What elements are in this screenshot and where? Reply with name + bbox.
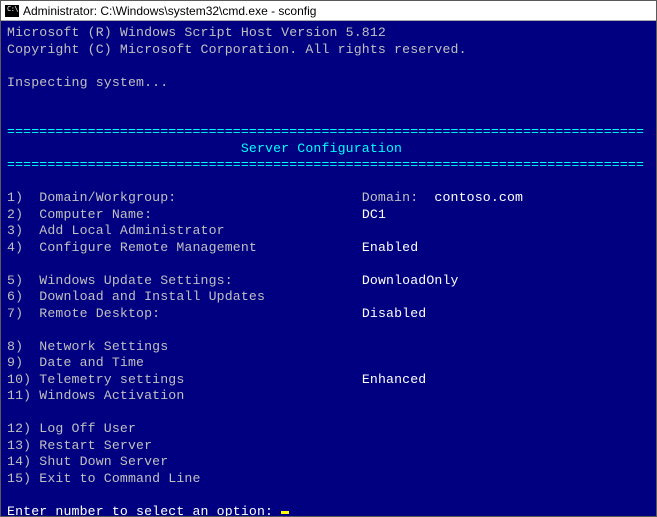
cursor: [281, 511, 289, 514]
menu-value: DC1: [362, 207, 386, 222]
menu-block: 1) Domain/Workgroup: Domain: contoso.com…: [7, 190, 650, 487]
console-output[interactable]: Microsoft (R) Windows Script Host Versio…: [1, 21, 656, 516]
copyright-line: Copyright (C) Microsoft Corporation. All…: [7, 42, 467, 57]
window-title: Administrator: C:\Windows\system32\cmd.e…: [23, 4, 316, 18]
inspecting-line: Inspecting system...: [7, 75, 168, 90]
menu-value: Enabled: [362, 240, 418, 255]
cmd-icon: [5, 5, 19, 17]
banner-title: Server Configuration: [7, 141, 402, 156]
cmd-window: Administrator: C:\Windows\system32\cmd.e…: [0, 0, 657, 517]
menu-value: contoso.com: [434, 190, 523, 205]
window-titlebar[interactable]: Administrator: C:\Windows\system32\cmd.e…: [1, 1, 656, 21]
rule-bottom: ========================================…: [7, 157, 644, 172]
script-host-line: Microsoft (R) Windows Script Host Versio…: [7, 25, 386, 40]
rule-top: ========================================…: [7, 124, 644, 139]
menu-value: Disabled: [362, 306, 427, 321]
menu-value: DownloadOnly: [362, 273, 459, 288]
prompt-text: Enter number to select an option:: [7, 504, 281, 517]
menu-value: Enhanced: [362, 372, 427, 387]
